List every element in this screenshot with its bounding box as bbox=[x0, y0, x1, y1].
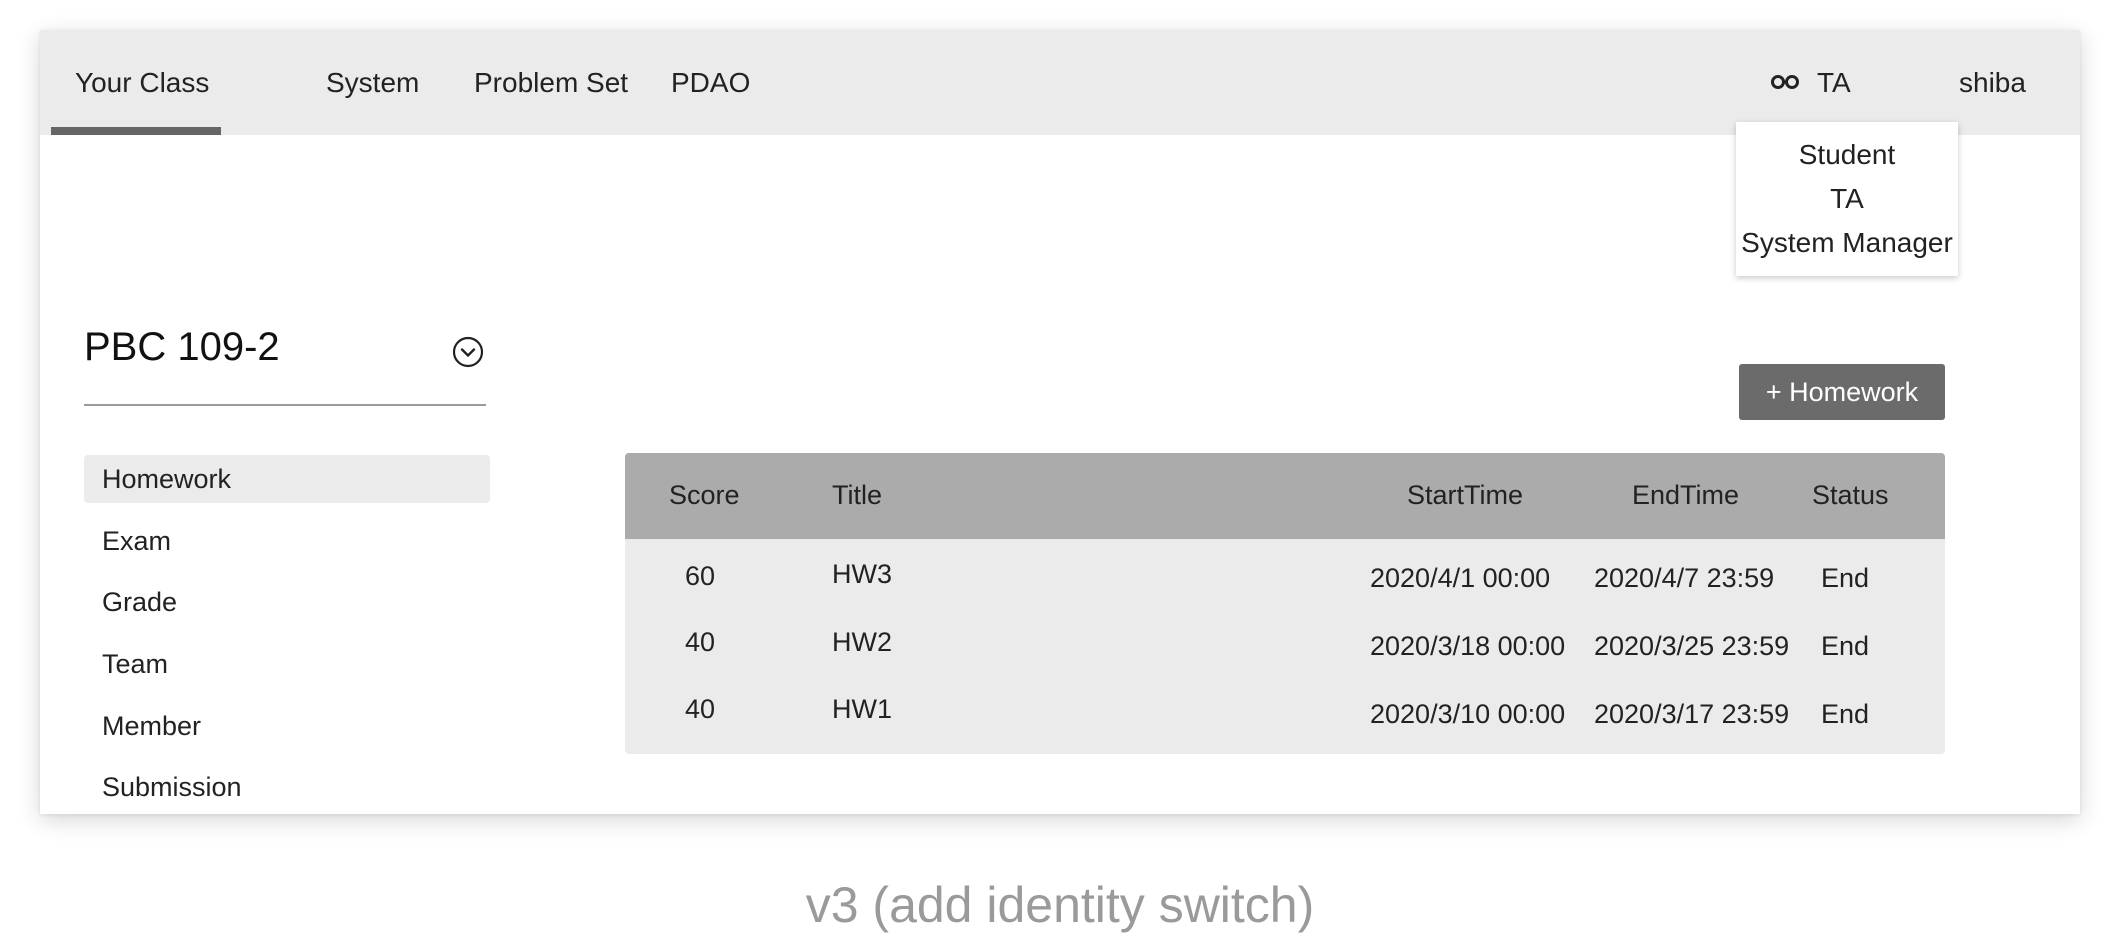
active-tab-indicator bbox=[51, 127, 221, 135]
nav-problem-set[interactable]: Problem Set bbox=[474, 30, 628, 135]
identity-switch-menu: Student TA System Manager bbox=[1736, 122, 1958, 276]
row-start-time: 2020/3/10 00:00 bbox=[1370, 699, 1566, 729]
sidebar-item-team[interactable]: Team bbox=[84, 640, 490, 688]
table-header: Score Title StartTime EndTime Status bbox=[625, 453, 1945, 539]
row-score: 40 bbox=[685, 627, 716, 657]
app-window: Your Class System Problem Set PDAO TA sh… bbox=[40, 30, 2080, 814]
class-title-divider bbox=[84, 404, 486, 406]
row-start-time: 2020/3/18 00:00 bbox=[1370, 631, 1566, 661]
column-header-score[interactable]: Score bbox=[669, 480, 740, 511]
row-end-time: 2020/3/25 23:59 bbox=[1594, 631, 1790, 661]
version-caption: v3 (add identity switch) bbox=[805, 877, 1315, 933]
glasses-icon[interactable] bbox=[1770, 70, 1800, 94]
row-end-time: 2020/4/7 23:59 bbox=[1594, 563, 1775, 593]
row-score: 40 bbox=[685, 694, 716, 724]
row-start-time: 2020/4/1 00:00 bbox=[1370, 563, 1551, 593]
chevron-down-circle-icon[interactable] bbox=[452, 336, 484, 368]
identity-option-student[interactable]: Student bbox=[1736, 133, 1958, 177]
column-header-start-time[interactable]: StartTime bbox=[1407, 480, 1523, 511]
identity-option-system-manager[interactable]: System Manager bbox=[1736, 221, 1958, 265]
row-title[interactable]: HW3 bbox=[832, 559, 892, 590]
user-name[interactable]: shiba bbox=[1959, 30, 2026, 135]
row-end-time: 2020/3/17 23:59 bbox=[1594, 699, 1790, 729]
identity-option-ta[interactable]: TA bbox=[1736, 177, 1958, 221]
sidebar-item-grade[interactable]: Grade bbox=[84, 578, 490, 626]
sidebar-item-homework[interactable]: Homework bbox=[84, 455, 490, 503]
row-title[interactable]: HW2 bbox=[832, 627, 892, 658]
column-header-status[interactable]: Status bbox=[1812, 480, 1889, 511]
row-status: End bbox=[1821, 563, 1870, 593]
nav-system[interactable]: System bbox=[326, 30, 419, 135]
row-title[interactable]: HW1 bbox=[832, 694, 892, 725]
row-score: 60 bbox=[685, 561, 716, 591]
column-header-title[interactable]: Title bbox=[832, 480, 882, 511]
sidebar-item-submission[interactable]: Submission bbox=[84, 763, 490, 811]
identity-switch-current[interactable]: TA bbox=[1817, 30, 1851, 135]
row-status: End bbox=[1821, 631, 1870, 661]
sidebar-item-member[interactable]: Member bbox=[84, 702, 490, 750]
class-title: PBC 109-2 bbox=[84, 325, 280, 369]
nav-pdao[interactable]: PDAO bbox=[671, 30, 750, 135]
top-navigation-bar: Your Class System Problem Set PDAO TA sh… bbox=[40, 30, 2080, 135]
column-header-end-time[interactable]: EndTime bbox=[1632, 480, 1739, 511]
nav-your-class[interactable]: Your Class bbox=[75, 30, 209, 135]
homework-table: Score Title StartTime EndTime Status 60 … bbox=[625, 453, 1945, 754]
row-status: End bbox=[1821, 699, 1870, 729]
sidebar-item-exam[interactable]: Exam bbox=[84, 517, 490, 565]
add-homework-button[interactable]: + Homework bbox=[1739, 364, 1945, 420]
